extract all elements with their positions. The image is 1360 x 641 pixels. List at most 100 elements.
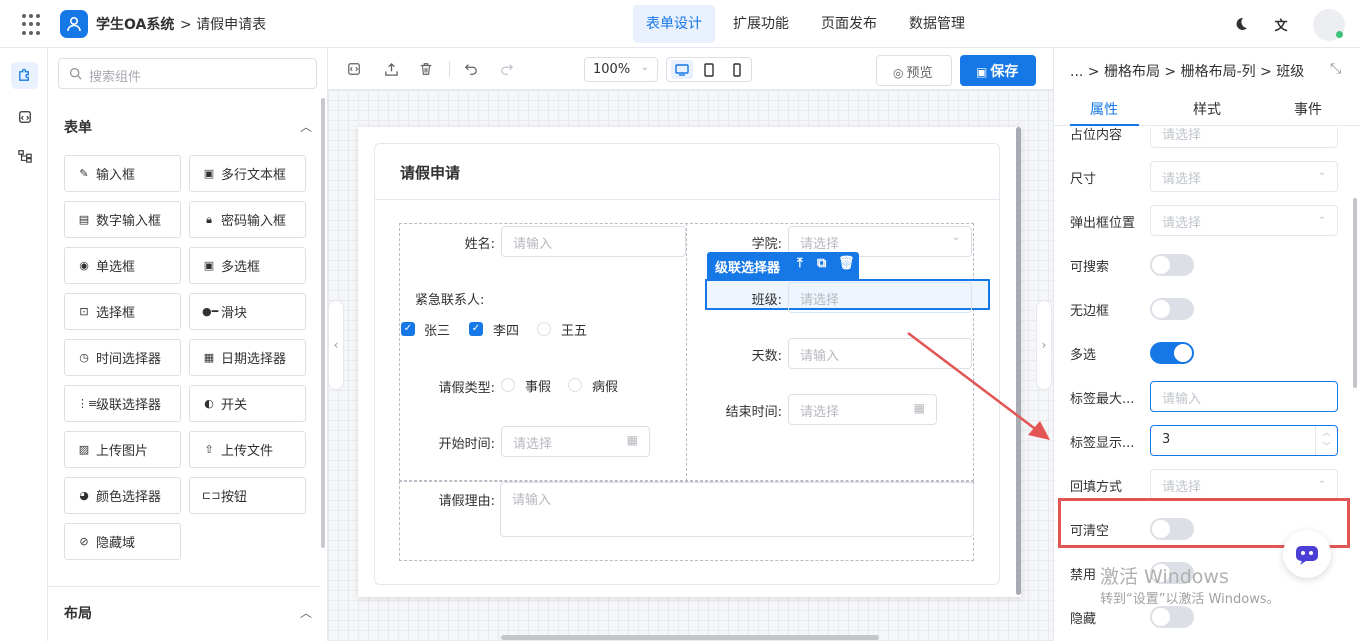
redo-icon[interactable] (496, 58, 518, 80)
comp-hidden[interactable]: ⊘ 隐藏域 (64, 523, 181, 560)
form-title-divider (375, 199, 999, 200)
collapse-layout-icon[interactable]: ︿ (300, 604, 312, 621)
section-layout-title: 布局 (64, 606, 92, 622)
prop-multiple-switch[interactable] (1150, 342, 1194, 364)
undo-icon[interactable] (460, 58, 482, 80)
save-button[interactable]: ▣ 保存 (960, 55, 1036, 86)
calendar-icon: ▦ (626, 433, 638, 447)
prop-max-tags-input[interactable]: 请输入 (1150, 381, 1338, 412)
prop-tags-display-label: 标签显示... (1070, 436, 1135, 451)
slider-icon: ●━ (202, 305, 219, 318)
reason-textarea[interactable]: 请输入 (500, 482, 974, 537)
desktop-icon[interactable] (671, 60, 693, 79)
tree-icon[interactable] (11, 142, 38, 169)
property-scrollbar[interactable] (1353, 198, 1357, 388)
tab-properties[interactable]: 属性 (1074, 99, 1134, 119)
check-icon[interactable]: ✓ (469, 322, 483, 336)
canvas-hscrollbar[interactable] (501, 635, 879, 640)
zoom-select[interactable]: 100% ⌄ (584, 57, 658, 82)
type-radio-1[interactable] (501, 378, 515, 392)
puzzle-icon[interactable] (11, 62, 38, 89)
panel-scrollbar[interactable] (321, 98, 325, 548)
comp-time[interactable]: ◷ 时间选择器 (64, 339, 181, 376)
collapse-icon[interactable]: ⤡ (1330, 61, 1341, 77)
comp-upload-image[interactable]: ▨ 上传图片 (64, 431, 181, 468)
comp-password[interactable]: 🔒︎ 密码输入框 (189, 201, 306, 238)
comp-date[interactable]: ▦ 日期选择器 (189, 339, 306, 376)
comp-slider[interactable]: ●━ 滑块 (189, 293, 306, 330)
prop-emit-select[interactable]: 请选择 ⌄ (1150, 469, 1338, 500)
tab-styles[interactable]: 样式 (1177, 99, 1237, 119)
type-radio-2[interactable] (568, 378, 582, 392)
switch-icon: ◐ (204, 397, 214, 410)
contact-option-2[interactable]: 李四 (493, 320, 519, 339)
comp-radio[interactable]: ◉ 单选框 (64, 247, 181, 284)
prop-hidden-switch[interactable] (1150, 606, 1194, 628)
comp-checkbox[interactable]: ▣ 多选框 (189, 247, 306, 284)
copy-icon[interactable]: ⧉ (817, 256, 826, 271)
comp-textarea[interactable]: ▣ 多行文本框 (189, 155, 306, 192)
export-icon[interactable] (380, 58, 402, 80)
search-input[interactable]: 搜索组件 (58, 58, 317, 89)
check-icon[interactable]: ✓ (401, 322, 415, 336)
start-time-picker[interactable]: 请选择 ▦ (501, 426, 650, 457)
prop-size-select[interactable]: 请选择 ⌄ (1150, 161, 1338, 192)
mobile-icon[interactable] (726, 60, 748, 79)
tab-events[interactable]: 事件 (1278, 99, 1338, 119)
apps-grid-icon[interactable] (22, 14, 44, 36)
comp-select[interactable]: ⊡ 选择框 (64, 293, 181, 330)
nav-form-design[interactable]: 表单设计 (633, 5, 715, 43)
select-icon: ⊡ (79, 305, 89, 318)
property-breadcrumb[interactable]: ... > 栅格布局 > 栅格布局-列 > 班级 (1070, 61, 1304, 81)
prop-placeholder-input[interactable]: 请选择 (1150, 127, 1338, 148)
device-switch (666, 57, 752, 82)
moon-icon[interactable] (1231, 14, 1251, 34)
left-sidebar (0, 48, 48, 641)
comp-upload-file[interactable]: ⇧ 上传文件 (189, 431, 306, 468)
translate-icon[interactable]: 文 (1271, 14, 1291, 34)
prop-filterable-switch[interactable] (1150, 254, 1194, 276)
comp-number[interactable]: ▤ 数字输入框 (64, 201, 181, 238)
preview-button[interactable]: ◎ 预览 (876, 55, 952, 86)
nav-publish[interactable]: 页面发布 (808, 5, 890, 43)
contact-checkbox-3[interactable] (537, 322, 551, 336)
comp-switch[interactable]: ◐ 开关 (189, 385, 306, 422)
start-time-label: 开始时间: (438, 437, 495, 452)
type-option-2[interactable]: 病假 (592, 376, 618, 395)
code-view-icon[interactable] (343, 58, 365, 80)
nav-extensions[interactable]: 扩展功能 (720, 5, 802, 43)
contact-option-1[interactable]: 张三 (424, 320, 450, 339)
property-tabs: 属性 样式 事件 (1054, 90, 1360, 126)
comp-cascader[interactable]: ⋮≡ 级联选择器 (64, 385, 181, 422)
trash-icon[interactable] (415, 58, 437, 80)
prop-size-label: 尺寸 (1070, 172, 1097, 187)
collapse-form-icon[interactable]: ︿ (300, 118, 312, 135)
code-icon[interactable] (11, 103, 38, 130)
top-bar: 学生OA系统 > 请假申请表 表单设计 扩展功能 页面发布 数据管理 文 (0, 0, 1360, 48)
move-up-icon[interactable]: ⤒ (797, 256, 803, 271)
chatbot-icon[interactable] (1283, 530, 1331, 578)
type-option-1[interactable]: 事假 (525, 376, 551, 395)
prop-placeholder-label: 占位内容 (1070, 128, 1123, 143)
selected-widget-toolbar: 级联选择器 ⤒ ⧉ 🗑︎ (707, 252, 859, 279)
collapse-left-handle[interactable]: ‹ (328, 300, 344, 390)
contact-option-3[interactable]: 王五 (561, 320, 587, 339)
comp-button[interactable]: ⊏⊐ 按钮 (189, 477, 306, 514)
stepper-arrows-icon[interactable]: ︿ ﹀ (1315, 426, 1337, 455)
comp-color[interactable]: ◕ 颜色选择器 (64, 477, 181, 514)
college-label: 学院: (751, 237, 782, 252)
avatar[interactable] (1313, 9, 1345, 41)
windows-watermark-title: 激活 Windows (1100, 566, 1229, 588)
prop-popper-select[interactable]: 请选择 ⌄ (1150, 205, 1338, 236)
tablet-icon[interactable] (698, 60, 720, 79)
breadcrumb[interactable]: > 请假申请表 (180, 14, 266, 34)
prop-filterable-label: 可搜索 (1070, 260, 1110, 275)
nav-data[interactable]: 数据管理 (896, 5, 978, 43)
prop-tags-display-input[interactable]: 3 ︿ ﹀ (1150, 425, 1338, 456)
comp-input[interactable]: ✎ 输入框 (64, 155, 181, 192)
name-input[interactable]: 请输入 (501, 226, 686, 257)
delete-icon[interactable]: 🗑︎ (838, 256, 855, 271)
contact-label: 紧急联系人: (415, 293, 485, 308)
prop-borderless-switch[interactable] (1150, 298, 1194, 320)
class-select[interactable]: 请选择 (788, 282, 972, 313)
